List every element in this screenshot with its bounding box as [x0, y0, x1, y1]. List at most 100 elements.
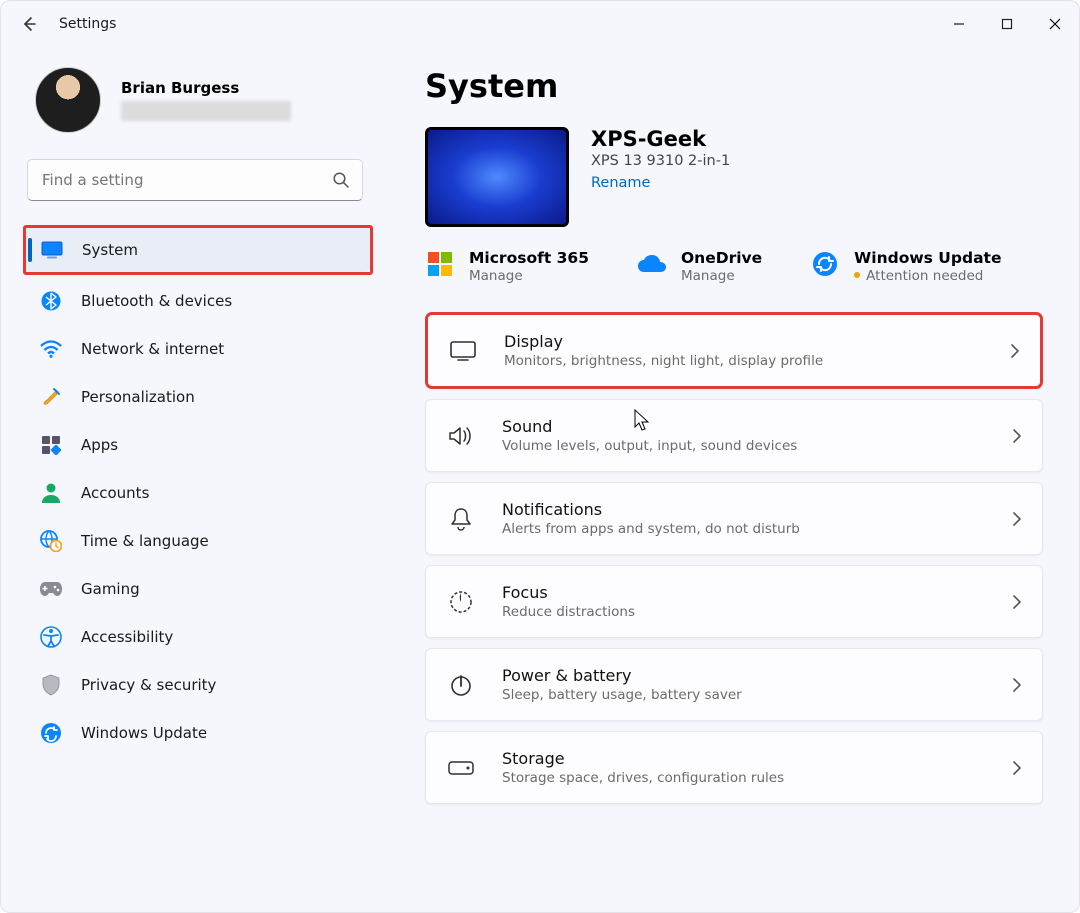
winupdate-icon [810, 249, 840, 279]
tile-sub: Manage [681, 268, 762, 284]
profile[interactable]: Brian Burgess [25, 67, 369, 133]
minimize-icon [953, 18, 965, 30]
card-title: Notifications [502, 500, 1012, 519]
chevron-right-icon [1012, 594, 1022, 610]
nav-label: Privacy & security [81, 676, 216, 694]
nav-windows-update[interactable]: Windows Update [25, 711, 369, 755]
avatar [35, 67, 101, 133]
search-box[interactable] [27, 159, 363, 201]
tile-m365[interactable]: Microsoft 365 Manage [425, 249, 589, 284]
sound-icon [446, 425, 476, 447]
globe-clock-icon [39, 529, 63, 553]
system-icon [40, 238, 64, 262]
card-storage[interactable]: Storage Storage space, drives, configura… [425, 731, 1043, 804]
nav-apps[interactable]: Apps [25, 423, 369, 467]
power-icon [446, 673, 476, 697]
card-display[interactable]: Display Monitors, brightness, night ligh… [428, 315, 1040, 386]
shield-icon [39, 673, 63, 697]
nav-label: Gaming [81, 580, 140, 598]
update-icon [39, 721, 63, 745]
nav-label: Accessibility [81, 628, 173, 646]
page-title: System [425, 67, 1043, 105]
m365-icon [425, 249, 455, 279]
nav-privacy[interactable]: Privacy & security [25, 663, 369, 707]
nav-label: System [82, 241, 138, 259]
card-sub: Reduce distractions [502, 604, 1012, 620]
main-content: System XPS-Geek XPS 13 9310 2-in-1 Renam… [381, 47, 1079, 912]
nav-list: System Bluetooth & devices Network & int… [25, 225, 369, 755]
chevron-right-icon [1012, 760, 1022, 776]
nav-accessibility[interactable]: Accessibility [25, 615, 369, 659]
card-title: Power & battery [502, 666, 1012, 685]
nav-system[interactable]: System [26, 228, 370, 272]
card-notifications[interactable]: Notifications Alerts from apps and syste… [425, 482, 1043, 555]
device-name: XPS-Geek [591, 127, 730, 151]
title-bar: Settings [1, 1, 1079, 47]
card-sub: Monitors, brightness, night light, displ… [504, 353, 1010, 369]
tile-windows-update[interactable]: Windows Update Attention needed [810, 249, 1001, 284]
highlight-system: System [23, 225, 373, 275]
tile-title: Windows Update [854, 249, 1001, 267]
card-sub: Storage space, drives, configuration rul… [502, 770, 1012, 786]
nav-label: Network & internet [81, 340, 224, 358]
card-sub: Volume levels, output, input, sound devi… [502, 438, 1012, 454]
chevron-right-icon [1010, 343, 1020, 359]
nav-label: Personalization [81, 388, 195, 406]
nav-label: Windows Update [81, 724, 207, 742]
settings-cards: Display Monitors, brightness, night ligh… [425, 312, 1043, 804]
tile-onedrive[interactable]: OneDrive Manage [637, 249, 762, 284]
maximize-button[interactable] [983, 1, 1031, 47]
sidebar: Brian Burgess System [1, 47, 381, 912]
tile-title: OneDrive [681, 249, 762, 267]
close-button[interactable] [1031, 1, 1079, 47]
paintbrush-icon [39, 385, 63, 409]
nav-label: Bluetooth & devices [81, 292, 232, 310]
profile-email-redacted [121, 101, 291, 121]
app-title: Settings [59, 16, 116, 32]
minimize-button[interactable] [935, 1, 983, 47]
chevron-right-icon [1012, 677, 1022, 693]
nav-gaming[interactable]: Gaming [25, 567, 369, 611]
close-icon [1049, 18, 1061, 30]
highlight-display: Display Monitors, brightness, night ligh… [425, 312, 1043, 389]
card-power[interactable]: Power & battery Sleep, battery usage, ba… [425, 648, 1043, 721]
search-input[interactable] [40, 170, 332, 190]
arrow-left-icon [21, 16, 37, 32]
card-title: Storage [502, 749, 1012, 768]
nav-personalization[interactable]: Personalization [25, 375, 369, 419]
card-title: Focus [502, 583, 1012, 602]
search-icon [332, 171, 350, 189]
nav-time[interactable]: Time & language [25, 519, 369, 563]
nav-accounts[interactable]: Accounts [25, 471, 369, 515]
nav-label: Time & language [81, 532, 209, 550]
device-preview[interactable] [425, 127, 569, 227]
window-controls [935, 1, 1079, 47]
accessibility-icon [39, 625, 63, 649]
settings-window: Settings Brian Burgess [0, 0, 1080, 913]
profile-name: Brian Burgess [121, 79, 291, 97]
person-icon [39, 481, 63, 505]
onedrive-icon [637, 249, 667, 279]
apps-icon [39, 433, 63, 457]
focus-icon [446, 590, 476, 614]
rename-link[interactable]: Rename [591, 175, 650, 191]
bell-icon [446, 507, 476, 531]
tile-sub: Manage [469, 268, 589, 284]
nav-network[interactable]: Network & internet [25, 327, 369, 371]
nav-label: Apps [81, 436, 118, 454]
tile-title: Microsoft 365 [469, 249, 589, 267]
bluetooth-icon [39, 289, 63, 313]
display-icon [448, 341, 478, 361]
back-button[interactable] [15, 10, 43, 38]
card-focus[interactable]: Focus Reduce distractions [425, 565, 1043, 638]
gamepad-icon [39, 577, 63, 601]
nav-bluetooth[interactable]: Bluetooth & devices [25, 279, 369, 323]
card-sound[interactable]: Sound Volume levels, output, input, soun… [425, 399, 1043, 472]
wifi-icon [39, 337, 63, 361]
maximize-icon [1001, 18, 1013, 30]
nav-label: Accounts [81, 484, 149, 502]
chevron-right-icon [1012, 428, 1022, 444]
card-title: Sound [502, 417, 1012, 436]
card-title: Display [504, 332, 1010, 351]
device-block: XPS-Geek XPS 13 9310 2-in-1 Rename [425, 127, 1043, 227]
